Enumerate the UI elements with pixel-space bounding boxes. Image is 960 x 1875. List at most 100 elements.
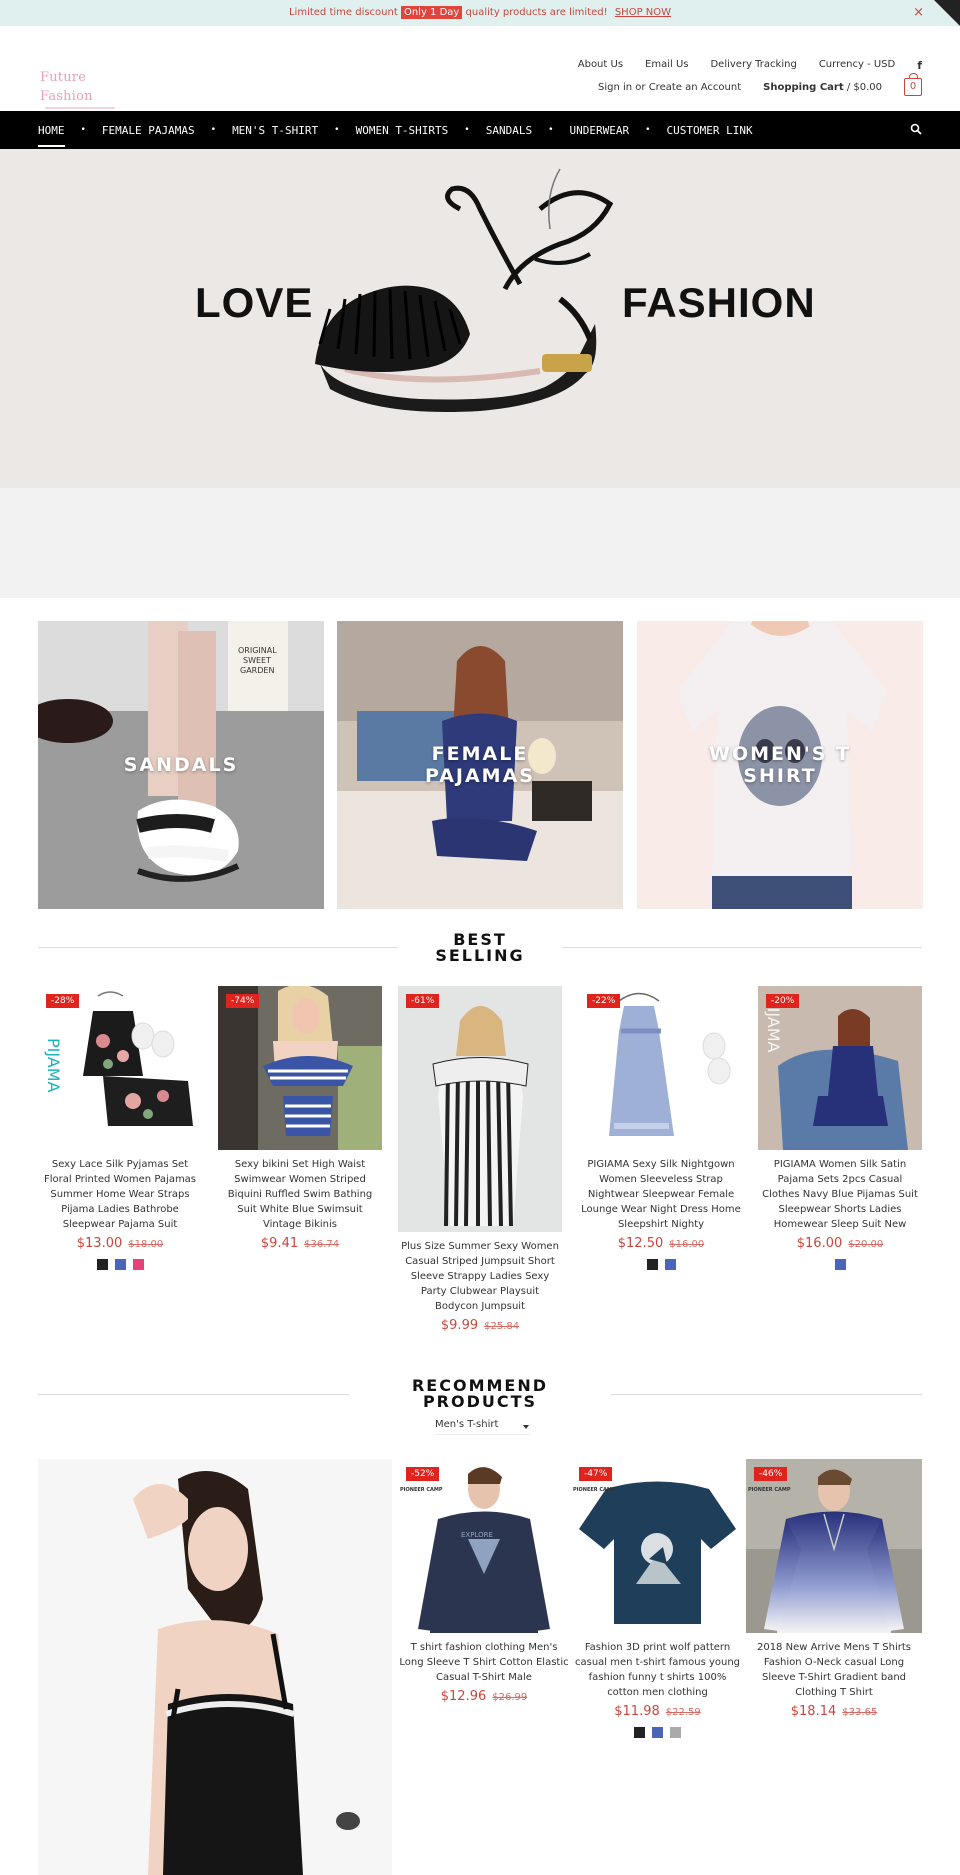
product-image[interactable]: -61% [398, 986, 562, 1232]
product-photo-wolf-tee [579, 1481, 736, 1624]
brand-mark: PIONEER CAMP [748, 1487, 791, 1493]
hero-banner[interactable]: LOVE FASHION [0, 149, 960, 488]
product-photo-long-sleeve-tee: EXPLORE [418, 1467, 550, 1633]
best-selling-title-line2: SELLING [435, 946, 525, 965]
nav-customer-link[interactable]: CUSTOMER LINK [667, 124, 753, 137]
sale-price: $18.14 [790, 1704, 837, 1719]
cart-label: Shopping Cart [763, 81, 844, 93]
nav-sandals[interactable]: SANDALS [486, 124, 532, 137]
color-swatch-black[interactable] [646, 1259, 658, 1270]
discount-badge: -22% [587, 994, 621, 1008]
nav-underwear[interactable]: UNDERWEAR [570, 124, 630, 137]
nav-mens-tshirt[interactable]: MEN'S T-SHIRT [232, 124, 318, 137]
category-select[interactable]: Men's T-shirt [435, 1419, 531, 1435]
product-price: $13.00 $18.00 [38, 1236, 202, 1251]
product-image[interactable]: -46% PIONEER CAMP [746, 1459, 922, 1633]
hero-sandal-image [315, 168, 614, 413]
product-title[interactable]: PIGIAMA Women Silk Satin Pajama Sets 2pc… [758, 1157, 922, 1232]
delivery-tracking-link[interactable]: Delivery Tracking [710, 59, 796, 72]
product-title[interactable]: 2018 New Arrive Mens T Shirts Fashion O-… [746, 1640, 922, 1700]
svg-text:GARDEN: GARDEN [240, 666, 274, 675]
discount-badge: -61% [406, 994, 440, 1008]
product-title[interactable]: T shirt fashion clothing Men's Long Slee… [398, 1640, 570, 1685]
nav-home[interactable]: HOME [38, 124, 65, 147]
about-us-link[interactable]: About Us [578, 59, 623, 72]
product-image[interactable]: -20% PIJAMA [758, 986, 922, 1150]
color-swatch-black[interactable] [634, 1727, 645, 1738]
shop-now-link[interactable]: SHOP NOW [615, 7, 671, 18]
color-swatches [571, 1727, 744, 1738]
product-title[interactable]: PIGIAMA Sexy Silk Nightgown Women Sleeve… [579, 1157, 743, 1232]
announcement-bar: Limited time discount Only 1 Day quality… [0, 0, 960, 26]
facebook-icon[interactable]: f [917, 59, 922, 72]
product-title[interactable]: Sexy bikini Set High Waist Swimwear Wome… [218, 1157, 382, 1232]
product-image[interactable]: -28% PIJAMA [38, 986, 202, 1150]
product-photo-satin-set: PIJAMA [758, 986, 922, 1150]
cart-bag-icon[interactable]: 0 [904, 73, 922, 96]
product-price: $11.98 $22.59 [571, 1704, 744, 1719]
product-photo-jumpsuit [398, 986, 562, 1232]
nav-women-tshirts[interactable]: WOMEN T-SHIRTS [356, 124, 449, 137]
product-image[interactable]: -47% PIONEER CAMP [571, 1459, 744, 1633]
close-icon[interactable]: × [913, 0, 924, 26]
original-price: $26.99 [492, 1692, 528, 1703]
color-swatch-pink[interactable] [132, 1259, 144, 1270]
color-swatch-blue[interactable] [834, 1259, 846, 1270]
category-tile-sandals[interactable]: ORIGINAL SWEET GARDEN SANDALS [38, 621, 324, 909]
hero-spacer [0, 488, 960, 598]
product-title[interactable]: Fashion 3D print wolf pattern casual men… [571, 1640, 744, 1700]
featured-model-image[interactable] [38, 1459, 392, 1875]
logo[interactable]: Future Fashion [40, 66, 140, 109]
product-card[interactable]: -74% Sexy bikini Set High Waist Swimwear… [218, 986, 382, 1251]
product-card[interactable]: -61% Plus Size Summer Sexy Women Casual … [398, 986, 562, 1333]
cart-total: / $0.00 [846, 81, 882, 93]
discount-badge: -47% [579, 1467, 613, 1481]
color-swatch-blue[interactable] [114, 1259, 126, 1270]
product-photo-gradient-tee [746, 1459, 922, 1633]
product-image[interactable]: -22% [579, 986, 743, 1150]
best-selling-title: BEST SELLING [0, 932, 960, 964]
nav-separator: • [80, 125, 86, 135]
product-card[interactable]: -22% PIGIAMA Sexy Silk Nightgown Women S… [579, 986, 743, 1270]
main-nav: HOME • FEMALE PAJAMAS • MEN'S T-SHIRT • WOM… [0, 111, 960, 149]
color-swatch-blue[interactable] [664, 1259, 676, 1270]
category-label: WOMEN'S T SHIRT [709, 743, 851, 787]
category-tile-womens-t-shirt[interactable]: WOMEN'S T SHIRT [637, 621, 923, 909]
product-card[interactable]: -52% PIONEER CAMP EXPLORE T shirt fashio… [398, 1459, 570, 1704]
product-card[interactable]: -20% PIJAMA PIGIAMA Women Silk Satin Paj… [758, 986, 922, 1270]
product-card[interactable]: -46% PIONEER CAMP 2018 New Arrive Mens T… [746, 1459, 922, 1719]
color-swatch-black[interactable] [96, 1259, 108, 1270]
color-swatch-gray[interactable] [670, 1727, 681, 1738]
color-swatch-blue[interactable] [652, 1727, 663, 1738]
shopping-cart-link[interactable]: Shopping Cart / $0.00 [763, 82, 882, 93]
product-title[interactable]: Plus Size Summer Sexy Women Casual Strip… [398, 1239, 562, 1314]
sale-price: $13.00 [76, 1236, 123, 1251]
account-link[interactable]: Sign in or Create an Account [598, 82, 741, 93]
search-icon[interactable] [910, 123, 922, 135]
product-image[interactable]: -74% [218, 986, 382, 1150]
sale-price: $12.50 [617, 1236, 664, 1251]
svg-text:PIJAMA: PIJAMA [44, 1038, 63, 1093]
discount-badge: -28% [46, 994, 80, 1008]
nav-female-pajamas[interactable]: FEMALE PAJAMAS [102, 124, 195, 137]
sale-price: $9.99 [440, 1318, 479, 1333]
svg-text:EXPLORE: EXPLORE [461, 1531, 493, 1539]
product-card[interactable]: -28% PIJAMA Sexy Lace Silk Pyjamas Set F… [38, 986, 202, 1270]
email-us-link[interactable]: Email Us [645, 59, 688, 72]
product-title[interactable]: Sexy Lace Silk Pyjamas Set Floral Printe… [38, 1157, 202, 1232]
sale-price: $16.00 [796, 1236, 843, 1251]
svg-text:SWEET: SWEET [243, 656, 271, 665]
category-tile-female-pajamas[interactable]: FEMALE PAJAMAS [337, 621, 623, 909]
original-price: $25.84 [484, 1321, 520, 1332]
original-price: $22.59 [665, 1707, 701, 1718]
currency-selector[interactable]: Currency - USD [819, 59, 895, 72]
original-price: $16.00 [669, 1239, 705, 1250]
top-links: About Us Email Us Delivery Tracking Curr… [578, 59, 922, 72]
discount-badge: -52% [406, 1467, 440, 1481]
product-image[interactable]: -52% PIONEER CAMP EXPLORE [398, 1459, 570, 1633]
category-label: SANDALS [123, 754, 239, 776]
site-header: Future Fashion About Us Email Us Deliver… [0, 26, 960, 111]
product-price: $18.14 $33.65 [746, 1704, 922, 1719]
product-card[interactable]: -47% PIONEER CAMP Fashion 3D print wolf … [571, 1459, 744, 1738]
recommend-title-line2: PRODUCTS [422, 1392, 538, 1411]
